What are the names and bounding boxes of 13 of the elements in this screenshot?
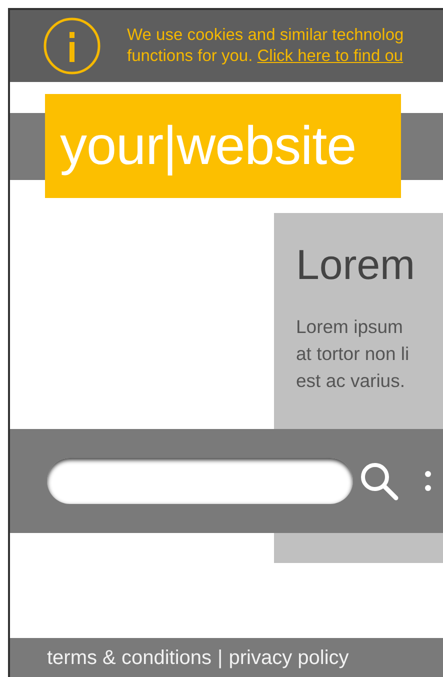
footer-link[interactable]: terms & conditions — [47, 646, 212, 670]
separator: | — [218, 646, 223, 670]
bullet-icon — [425, 485, 431, 491]
bullet-icon — [425, 471, 431, 477]
info-icon — [43, 17, 101, 75]
cookie-link[interactable]: Click here to find ou — [257, 47, 404, 65]
search-field[interactable] — [47, 458, 353, 504]
footer-link[interactable]: privacy policy — [228, 646, 349, 670]
card-paragraph: Lorem ipsum at tortor non li est ac varius. — [296, 315, 410, 393]
card-heading: Lorem — [296, 241, 416, 289]
search-icon[interactable] — [359, 461, 399, 501]
cookie-text: We use cookies and similar technolog — [127, 25, 404, 46]
cookie-text: functions for you. — [127, 47, 253, 65]
